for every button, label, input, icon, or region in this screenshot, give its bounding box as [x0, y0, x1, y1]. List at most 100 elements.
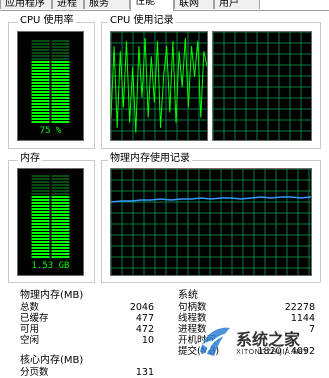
cpu-meter-segment — [51, 64, 70, 66]
cpu-meter-segment — [51, 46, 70, 48]
memory-meter-segment — [31, 241, 50, 243]
kernel-memory-paged-value: 131 — [135, 367, 154, 378]
cpu-meter-segment — [31, 40, 50, 42]
cpu-meter-segment — [31, 91, 50, 93]
memory-meter-segment — [51, 205, 70, 207]
cpu-meter-segment — [51, 94, 70, 96]
tab-networking[interactable]: 联网 — [174, 0, 214, 9]
memory-meter-segment — [31, 247, 50, 249]
memory-meter: 1.53 GB — [17, 168, 84, 276]
cpu-meter-segment — [31, 73, 50, 75]
watermark-logo-icon — [200, 327, 230, 356]
watermark: 系统之家 XITONGZHIJIA.NET — [196, 318, 328, 362]
cpu-meter-segment — [51, 61, 70, 63]
memory-meter-segment — [31, 190, 50, 192]
cpu-meter-segment — [31, 82, 50, 84]
memory-meter-segment — [51, 202, 70, 204]
physical-memory-cached-value: 477 — [135, 313, 154, 324]
cpu-meter-segment — [51, 82, 70, 84]
cpu-meter-segment — [51, 43, 70, 45]
cpu-meter-segment — [51, 73, 70, 75]
cpu-meter-segment — [51, 103, 70, 105]
cpu-meter-segment — [31, 118, 50, 120]
physical-memory-available-value: 472 — [135, 324, 154, 335]
memory-meter-segment — [31, 235, 50, 237]
tab-strip: 应用程序 进程 服务 性能 联网 用户 — [0, 0, 329, 11]
memory-meter-segment — [31, 214, 50, 216]
cpu-meter-segment — [31, 79, 50, 81]
memory-meter-segment — [51, 235, 70, 237]
memory-meter-segment — [51, 217, 70, 219]
physical-memory-free-value: 10 — [141, 335, 154, 346]
watermark-url: XITONGZHIJIA.NET — [236, 348, 309, 356]
cpu-meter-segment — [51, 112, 70, 114]
memory-meter-segment — [51, 175, 70, 177]
memory-meter-segment — [51, 253, 70, 255]
memory-meter-segment — [31, 196, 50, 198]
cpu-meter-segment — [31, 88, 50, 90]
memory-meter-segment — [31, 178, 50, 180]
tab-processes[interactable]: 进程 — [52, 0, 84, 9]
cpu-meter-segment — [51, 76, 70, 78]
cpu-history-graph-core-2 — [212, 31, 312, 141]
memory-meter-segment — [31, 229, 50, 231]
physical-memory-available-label: 可用 — [20, 324, 40, 335]
memory-meter-segment — [31, 202, 50, 204]
memory-meter-segment — [51, 211, 70, 213]
tab-performance[interactable]: 性能 — [130, 0, 174, 11]
memory-meter-segment — [51, 208, 70, 210]
cpu-meter-segment — [31, 94, 50, 96]
memory-meter-segment — [51, 196, 70, 198]
cpu-meter-segment — [51, 118, 70, 120]
memory-meter-segment — [31, 193, 50, 195]
cpu-meter-segment — [51, 121, 70, 123]
watermark-brand: 系统之家 — [236, 330, 301, 349]
physical-memory-free-label: 空闲 — [20, 335, 40, 346]
memory-meter-segment — [31, 220, 50, 222]
cpu-meter-segment — [51, 85, 70, 87]
physical-memory-title: 物理内存(MB) — [18, 290, 86, 302]
memory-meter-segment — [31, 250, 50, 252]
cpu-meter-segment — [51, 49, 70, 51]
cpu-meter-segment — [51, 40, 70, 42]
cpu-usage-title: CPU 使用率 — [18, 15, 76, 27]
memory-meter-segment — [31, 211, 50, 213]
cpu-history-line — [111, 37, 207, 133]
memory-meter-segment — [51, 241, 70, 243]
memory-meter-segment — [31, 223, 50, 225]
cpu-meter-segment — [51, 109, 70, 111]
system-title: 系统 — [176, 290, 200, 302]
cpu-meter-segment — [31, 100, 50, 102]
memory-history-graph — [110, 168, 312, 276]
cpu-meter-segment — [51, 106, 70, 108]
cpu-meter-segment — [31, 85, 50, 87]
tab-applications[interactable]: 应用程序 — [0, 0, 52, 9]
memory-meter-segment — [51, 214, 70, 216]
cpu-meter-segment — [31, 64, 50, 66]
cpu-meter-segment — [31, 43, 50, 45]
cpu-meter-segment — [51, 70, 70, 72]
memory-meter-segment — [31, 181, 50, 183]
memory-history-line — [111, 196, 311, 203]
cpu-meter-segment — [31, 106, 50, 108]
tab-services[interactable]: 服务 — [84, 0, 130, 9]
cpu-meter-segment — [51, 67, 70, 69]
memory-meter-segment — [31, 253, 50, 255]
cpu-meter-segment — [31, 52, 50, 54]
cpu-meter-segment — [31, 67, 50, 69]
memory-meter-segment — [51, 181, 70, 183]
cpu-history-title: CPU 使用记录 — [108, 15, 176, 27]
memory-meter-segment — [51, 199, 70, 201]
memory-meter-segment — [51, 226, 70, 228]
cpu-meter-segment — [31, 121, 50, 123]
cpu-meter-segment — [51, 55, 70, 57]
memory-history-title: 物理内存使用记录 — [108, 153, 192, 165]
memory-meter-segment — [51, 190, 70, 192]
cpu-meter-segment — [31, 46, 50, 48]
system-handles-value: 22278 — [284, 302, 315, 313]
memory-meter-segment — [51, 220, 70, 222]
tab-users[interactable]: 用户 — [214, 0, 260, 9]
cpu-meter-segment — [31, 97, 50, 99]
cpu-meter-segment — [51, 91, 70, 93]
physical-memory-total-value: 2046 — [129, 302, 154, 313]
